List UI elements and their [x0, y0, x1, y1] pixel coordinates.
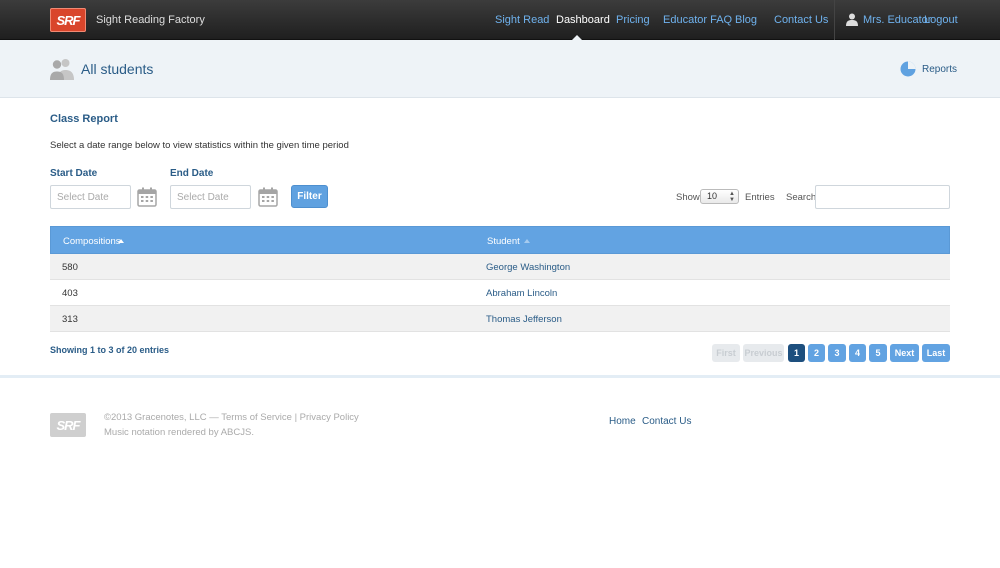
table-header: Compositions Student	[50, 226, 950, 254]
nav-blog[interactable]: Blog	[735, 14, 757, 26]
pager-page-1[interactable]: 1	[788, 344, 805, 362]
user-name-link[interactable]: Mrs. Educator	[863, 14, 931, 26]
search-input[interactable]	[815, 185, 950, 209]
start-date-label: Start Date	[50, 168, 98, 179]
column-header-student[interactable]: Student	[487, 236, 520, 247]
entries-label: Entries	[745, 192, 775, 203]
sort-asc-icon[interactable]	[118, 239, 124, 243]
student-link[interactable]: Abraham Lincoln	[486, 288, 557, 299]
start-date-input[interactable]	[50, 185, 131, 209]
nav-divider	[834, 0, 835, 40]
footer-divider	[0, 375, 1000, 378]
filter-button[interactable]: Filter	[291, 185, 328, 208]
page-header: All students Reports	[0, 40, 1000, 98]
instruction-text: Select a date range below to view statis…	[50, 140, 349, 151]
pager-last[interactable]: Last	[922, 344, 950, 362]
user-icon	[846, 13, 858, 26]
entries-select[interactable]: 10 ▲ ▼	[700, 189, 739, 204]
pager-first[interactable]: First	[712, 344, 740, 362]
section-title: Class Report	[50, 113, 118, 125]
end-date-input[interactable]	[170, 185, 251, 209]
compositions-cell: 580	[62, 262, 78, 273]
compositions-cell: 403	[62, 288, 78, 299]
sort-asc-icon[interactable]	[524, 239, 530, 243]
pager-previous[interactable]: Previous	[743, 344, 784, 362]
show-label: Show	[676, 192, 700, 203]
footer-notation-credit: Music notation rendered by ABCJS.	[104, 427, 254, 438]
nav-educator-faq[interactable]: Educator FAQ	[663, 14, 732, 26]
page-title: All students	[81, 61, 154, 77]
footer-srf-logo: SRF	[50, 413, 86, 437]
brand-name[interactable]: Sight Reading Factory	[96, 14, 205, 26]
student-link[interactable]: Thomas Jefferson	[486, 314, 562, 325]
footer-contact-link[interactable]: Contact Us	[642, 416, 691, 427]
select-arrows-icon: ▲ ▼	[729, 191, 735, 203]
pager-page-2[interactable]: 2	[808, 344, 825, 362]
table-row: 403 Abraham Lincoln	[50, 280, 950, 306]
search-label: Search:	[786, 192, 819, 203]
nav-pricing[interactable]: Pricing	[616, 14, 650, 26]
column-header-compositions[interactable]: Compositions	[63, 236, 121, 247]
footer-copyright: ©2013 Gracenotes, LLC — Terms of Service…	[104, 412, 359, 423]
table-row: 313 Thomas Jefferson	[50, 306, 950, 332]
srf-logo[interactable]: SRF	[50, 8, 86, 32]
compositions-cell: 313	[62, 314, 78, 325]
nav-contact-us[interactable]: Contact Us	[774, 14, 828, 26]
footer-home-link[interactable]: Home	[609, 416, 636, 427]
calendar-icon[interactable]	[137, 187, 157, 207]
nav-sight-read[interactable]: Sight Read	[495, 14, 549, 26]
logout-link[interactable]: Logout	[924, 14, 958, 26]
student-link[interactable]: George Washington	[486, 262, 570, 273]
entries-select-value: 10	[707, 191, 718, 201]
nav-dashboard[interactable]: Dashboard	[556, 14, 610, 26]
students-icon	[50, 59, 74, 80]
pie-chart-icon[interactable]	[900, 61, 916, 77]
pager-page-4[interactable]: 4	[849, 344, 866, 362]
table-row: 580 George Washington	[50, 254, 950, 280]
pager-next[interactable]: Next	[890, 344, 919, 362]
class-report-table: Compositions Student 580 George Washingt…	[50, 226, 950, 332]
pager-page-5[interactable]: 5	[869, 344, 887, 362]
top-navbar: SRF Sight Reading Factory Sight Read Das…	[0, 0, 1000, 40]
calendar-icon[interactable]	[258, 187, 278, 207]
pager-page-3[interactable]: 3	[828, 344, 846, 362]
reports-link[interactable]: Reports	[922, 64, 957, 75]
showing-entries-info: Showing 1 to 3 of 20 entries	[50, 345, 170, 355]
end-date-label: End Date	[170, 168, 214, 179]
